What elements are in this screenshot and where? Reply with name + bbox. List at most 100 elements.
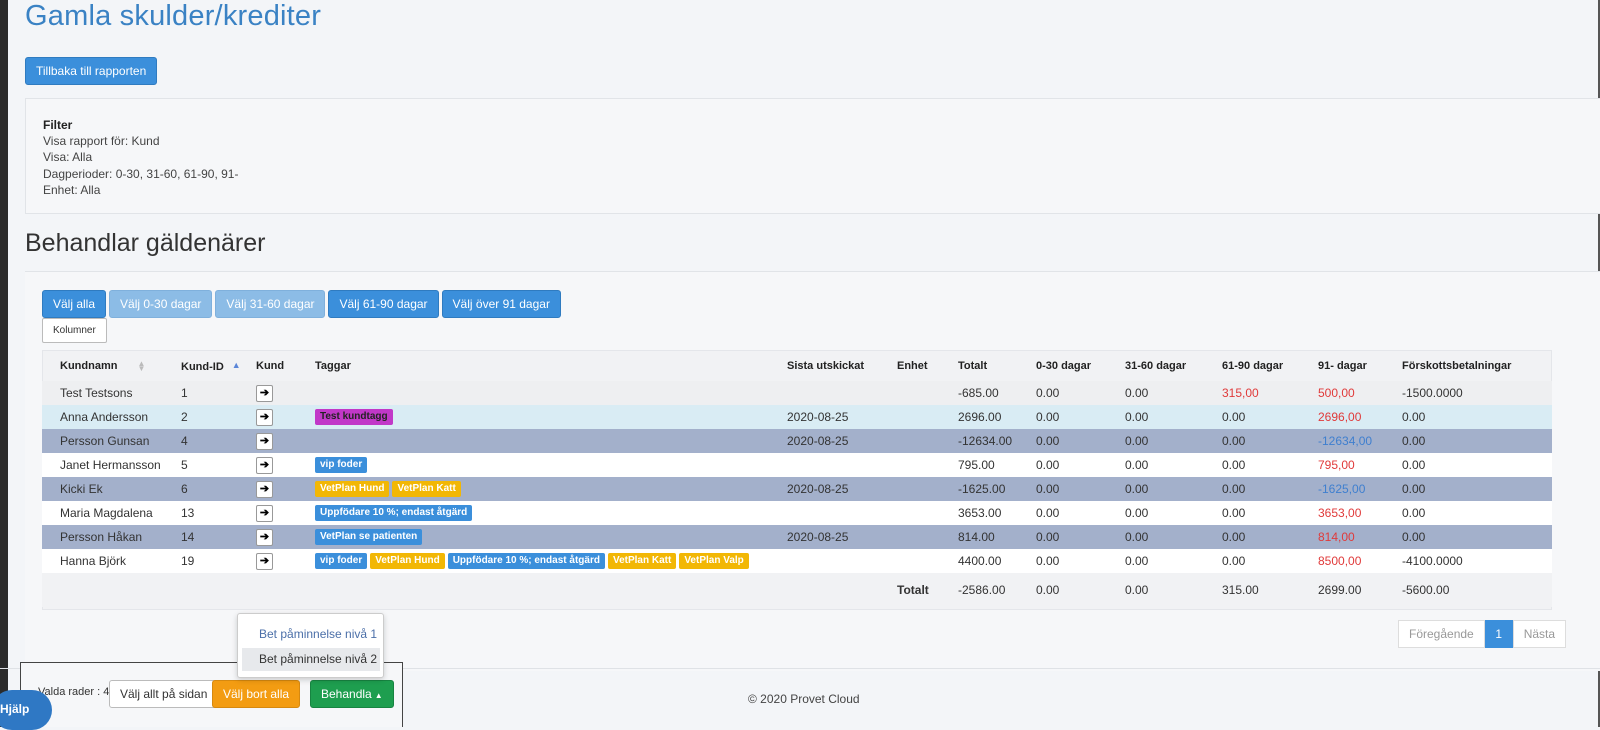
window-left-edge: [0, 0, 8, 727]
customer-link-cell: ➔: [256, 405, 315, 429]
prepayments: 0.00: [1402, 501, 1552, 525]
tags-cell: Uppfödare 10 %; endast åtgärd: [315, 501, 787, 525]
prepayments: 0.00: [1402, 405, 1552, 429]
tag-badge: VetPlan Katt: [392, 481, 461, 497]
table-header-row: Kundnamn ▲ ▼ Kund-ID ▲ Kund Taggar Sista ut…: [42, 351, 1552, 381]
open-customer-arrow-icon[interactable]: ➔: [256, 432, 273, 450]
col-header-total: Totalt: [958, 360, 988, 372]
tag-badge: Uppfödare 10 %; endast åtgärd: [447, 553, 605, 569]
customer-id: 2: [181, 405, 256, 429]
pager-page-1[interactable]: 1: [1484, 620, 1513, 648]
pager-next[interactable]: Nästa: [1512, 620, 1567, 648]
open-customer-arrow-icon[interactable]: ➔: [256, 552, 273, 570]
open-customer-arrow-icon[interactable]: ➔: [256, 456, 273, 474]
filter-line-day-periods: Dagperioder: 0-30, 31-60, 61-90, 91-: [43, 166, 239, 181]
total: -12634.00: [958, 429, 1036, 453]
tag-badge: vip foder: [315, 457, 368, 473]
col-header-customer-name[interactable]: Kundnamn ▲ ▼: [60, 351, 181, 381]
select-61-90-button[interactable]: Välj 61-90 dagar: [328, 290, 439, 318]
tag-badge: VetPlan Hund: [315, 481, 390, 497]
customer-id: 6: [181, 477, 256, 501]
tags-cell: [315, 381, 787, 405]
totals-prepayments: -5600.00: [1402, 573, 1552, 607]
columns-button[interactable]: Kolumner: [42, 318, 107, 343]
prepayments: 0.00: [1402, 453, 1552, 477]
filter-line-show: Visa: Alla: [43, 150, 93, 165]
back-to-report-button[interactable]: Tillbaka till rapporten: [25, 57, 158, 85]
tag-badge: Test kundtagg: [315, 409, 393, 425]
filter-line-unit: Enhet: Alla: [43, 182, 101, 197]
open-customer-arrow-icon[interactable]: ➔: [256, 384, 273, 402]
row-spacer: [42, 525, 60, 549]
reminder-level-2-item[interactable]: Bet påminnelse nivå 2: [242, 648, 380, 671]
days-61-90: 0.00: [1222, 453, 1318, 477]
days-61-90: 0.00: [1222, 525, 1318, 549]
customer-link-cell: ➔: [256, 429, 315, 453]
tag-badge: vip foder: [315, 553, 368, 569]
customer-id: 19: [181, 549, 256, 573]
pager-previous[interactable]: Föregående: [1398, 620, 1485, 648]
table-row[interactable]: Anna Andersson 2 ➔ Test kundtagg 2020-08-25 2…: [42, 405, 1552, 429]
select-all-button[interactable]: Välj alla: [42, 290, 107, 318]
open-customer-arrow-icon[interactable]: ➔: [256, 408, 273, 426]
col-header-prepayments: Förskottsbetalningar: [1402, 360, 1512, 372]
customer-link-cell: ➔: [256, 525, 315, 549]
days-91: 795,00: [1318, 453, 1402, 477]
table-row[interactable]: Kicki Ek 6 ➔ VetPlan Hund VetPlan Katt 2020-0…: [42, 477, 1552, 501]
days-31-60: 0.00: [1125, 525, 1222, 549]
customer-id: 13: [181, 501, 256, 525]
days-0-30: 0.00: [1036, 501, 1125, 525]
days-31-60: 0.00: [1125, 453, 1222, 477]
open-customer-arrow-icon[interactable]: ➔: [256, 504, 273, 522]
tags-cell: VetPlan se patienten: [315, 525, 787, 549]
table-row[interactable]: Persson Håkan 14 ➔ VetPlan se patienten 2020…: [42, 525, 1552, 549]
total: 3653.00: [958, 501, 1036, 525]
select-0-30-button[interactable]: Välj 0-30 dagar: [109, 290, 213, 318]
customer-link-cell: ➔: [256, 381, 315, 405]
days-61-90: 0.00: [1222, 549, 1318, 573]
customer-name: Anna Andersson: [60, 405, 181, 429]
unit: [897, 381, 958, 405]
table-row[interactable]: Hanna Björk 19 ➔ vip foder VetPlan Hund Uppfö…: [42, 549, 1552, 573]
customer-link-cell: ➔: [256, 453, 315, 477]
reminder-level-1-item[interactable]: Bet påminnelse nivå 1: [242, 623, 380, 646]
customer-id: 4: [181, 429, 256, 453]
select-over-91-button[interactable]: Välj över 91 dagar: [441, 290, 561, 318]
pagination: Föregående 1 Nästa: [1398, 620, 1567, 648]
days-61-90: 0.00: [1222, 477, 1318, 501]
table-row[interactable]: Test Testsons 1 ➔ -685.00 0.00 0.00 315,00 500,…: [42, 381, 1552, 405]
tags-cell: [315, 429, 787, 453]
customer-name: Maria Magdalena: [60, 501, 181, 525]
totals-31-60: 0.00: [1125, 573, 1222, 607]
table-row[interactable]: Persson Gunsan 4 ➔ 2020-08-25 -12634.00 0.00 0…: [42, 429, 1552, 453]
tag-badge: VetPlan Katt: [607, 553, 677, 569]
col-header-customer-id[interactable]: Kund-ID ▲: [181, 351, 256, 381]
table-row[interactable]: Janet Hermansson 5 ➔ vip foder 795.00 0.00 0.0…: [42, 453, 1552, 477]
tags-cell: Test kundtagg: [315, 405, 787, 429]
prepayments: -4100.0000: [1402, 549, 1552, 573]
row-spacer: [42, 477, 60, 501]
days-0-30: 0.00: [1036, 453, 1125, 477]
select-page-button[interactable]: Välj allt på sidan: [109, 680, 219, 708]
days-91: 814,00: [1318, 525, 1402, 549]
filter-line-report-for: Visa rapport för: Kund: [43, 134, 160, 149]
select-31-60-button[interactable]: Välj 31-60 dagar: [215, 290, 326, 318]
tag-badge: VetPlan Hund: [370, 553, 445, 569]
prepayments: 0.00: [1402, 477, 1552, 501]
help-button[interactable]: Hjälp: [0, 690, 52, 730]
row-spacer: [42, 405, 60, 429]
period-select-buttons: Välj alla Välj 0-30 dagar Välj 31-60 dag…: [42, 290, 561, 318]
process-button[interactable]: Behandla ▲: [310, 680, 394, 708]
totals-61-90: 315.00: [1222, 573, 1318, 607]
totals-row: Totalt -2586.00 0.00 0.00 315.00 2699.00…: [42, 573, 1552, 607]
filter-title: Filter: [43, 118, 73, 132]
table-row[interactable]: Maria Magdalena 13 ➔ Uppfödare 10 %; endast…: [42, 501, 1552, 525]
last-sent: 2020-08-25: [787, 525, 897, 549]
days-31-60: 0.00: [1125, 549, 1222, 573]
last-sent: [787, 453, 897, 477]
open-customer-arrow-icon[interactable]: ➔: [256, 480, 273, 498]
open-customer-arrow-icon[interactable]: ➔: [256, 528, 273, 546]
sort-ascending-icon: ▲: [231, 359, 241, 370]
days-0-30: 0.00: [1036, 525, 1125, 549]
deselect-all-button[interactable]: Välj bort alla: [212, 680, 301, 708]
